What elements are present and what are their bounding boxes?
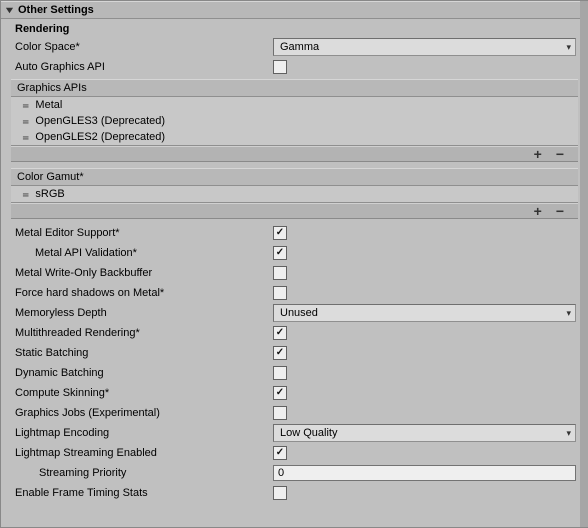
static-batching-checkbox[interactable]: [273, 346, 287, 360]
graphics-jobs-checkbox[interactable]: [273, 406, 287, 420]
list-item-label: OpenGLES2 (Deprecated): [35, 131, 165, 143]
list-item[interactable]: ━━ OpenGLES2 (Deprecated): [11, 129, 578, 145]
list-item[interactable]: ━━ OpenGLES3 (Deprecated): [11, 113, 578, 129]
list-item-label: OpenGLES3 (Deprecated): [35, 115, 165, 127]
color-gamut-header: Color Gamut*: [11, 168, 578, 186]
chevron-down-icon: [5, 6, 14, 15]
memoryless-depth-dropdown[interactable]: Unused ▾: [273, 304, 576, 322]
compute-skinning-checkbox[interactable]: [273, 386, 287, 400]
streaming-priority-label: Streaming Priority: [15, 467, 273, 479]
multithreaded-label: Multithreaded Rendering*: [15, 327, 273, 339]
section-header-other-settings[interactable]: Other Settings: [1, 1, 588, 19]
color-gamut-title: Color Gamut*: [17, 171, 84, 183]
chevron-down-icon: ▾: [566, 308, 571, 319]
force-hard-shadows-label: Force hard shadows on Metal*: [15, 287, 273, 299]
drag-handle-icon[interactable]: ━━: [23, 192, 27, 196]
list-item[interactable]: ━━ Metal: [11, 97, 578, 113]
dynamic-batching-checkbox[interactable]: [273, 366, 287, 380]
color-space-dropdown[interactable]: Gamma ▾: [273, 38, 576, 56]
remove-button[interactable]: −: [556, 206, 564, 216]
lightmap-streaming-checkbox[interactable]: [273, 446, 287, 460]
lightmap-encoding-value: Low Quality: [280, 427, 337, 439]
drag-handle-icon[interactable]: ━━: [23, 135, 27, 139]
frame-timing-label: Enable Frame Timing Stats: [15, 487, 273, 499]
metal-editor-checkbox[interactable]: [273, 226, 287, 240]
list-item-label: Metal: [35, 99, 62, 111]
compute-skinning-label: Compute Skinning*: [15, 387, 273, 399]
color-gamut-list[interactable]: ━━ sRGB: [11, 186, 578, 203]
force-hard-shadows-checkbox[interactable]: [273, 286, 287, 300]
lightmap-encoding-dropdown[interactable]: Low Quality ▾: [273, 424, 576, 442]
graphics-jobs-label: Graphics Jobs (Experimental): [15, 407, 273, 419]
color-space-value: Gamma: [280, 41, 319, 53]
multithreaded-checkbox[interactable]: [273, 326, 287, 340]
auto-graphics-label: Auto Graphics API: [15, 61, 273, 73]
auto-graphics-checkbox[interactable]: [273, 60, 287, 74]
chevron-down-icon: ▾: [566, 42, 571, 53]
section-title: Other Settings: [18, 4, 94, 16]
scrollbar[interactable]: [580, 1, 588, 527]
remove-button[interactable]: −: [556, 149, 564, 159]
metal-writeonly-checkbox[interactable]: [273, 266, 287, 280]
memoryless-depth-label: Memoryless Depth: [15, 307, 273, 319]
add-button[interactable]: +: [534, 149, 542, 159]
list-item-label: sRGB: [35, 188, 64, 200]
metal-api-validation-checkbox[interactable]: [273, 246, 287, 260]
graphics-apis-title: Graphics APIs: [17, 82, 87, 94]
frame-timing-checkbox[interactable]: [273, 486, 287, 500]
dynamic-batching-label: Dynamic Batching: [15, 367, 273, 379]
list-item[interactable]: ━━ sRGB: [11, 186, 578, 202]
drag-handle-icon[interactable]: ━━: [23, 103, 27, 107]
streaming-priority-input[interactable]: 0: [273, 465, 576, 481]
static-batching-label: Static Batching: [15, 347, 273, 359]
chevron-down-icon: ▾: [566, 428, 571, 439]
rendering-subtitle: Rendering: [1, 19, 588, 37]
lightmap-streaming-label: Lightmap Streaming Enabled: [15, 447, 273, 459]
lightmap-encoding-label: Lightmap Encoding: [15, 427, 273, 439]
memoryless-depth-value: Unused: [280, 307, 318, 319]
graphics-apis-list[interactable]: ━━ Metal ━━ OpenGLES3 (Deprecated) ━━ Op…: [11, 97, 578, 146]
add-button[interactable]: +: [534, 206, 542, 216]
graphics-apis-header: Graphics APIs: [11, 79, 578, 97]
metal-api-validation-label: Metal API Validation*: [15, 247, 273, 259]
color-space-label: Color Space*: [15, 41, 273, 53]
metal-editor-label: Metal Editor Support*: [15, 227, 273, 239]
metal-writeonly-label: Metal Write-Only Backbuffer: [15, 267, 273, 279]
drag-handle-icon[interactable]: ━━: [23, 119, 27, 123]
